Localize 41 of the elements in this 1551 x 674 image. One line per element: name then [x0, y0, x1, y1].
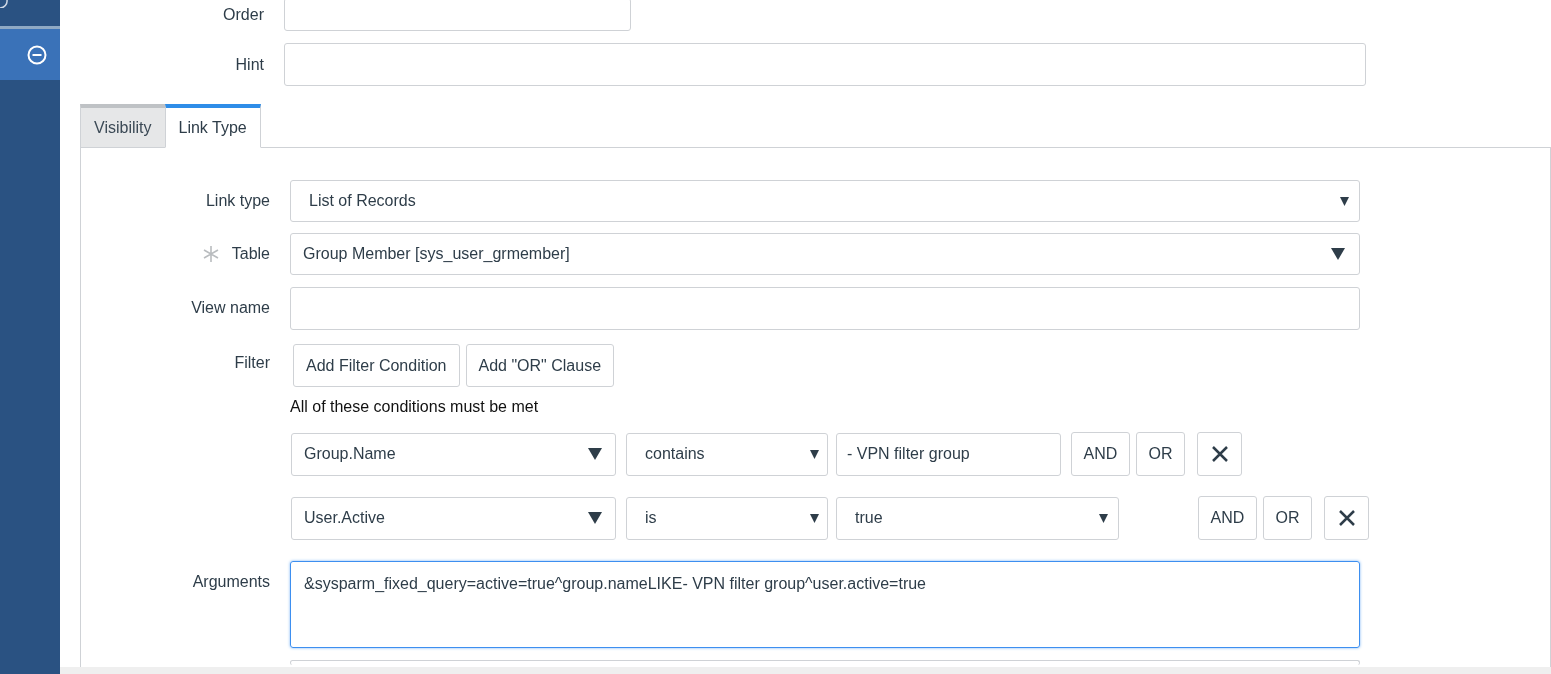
field-label: Link type [205, 191, 270, 211]
tab[interactable]: Link Type [164, 104, 261, 148]
dropdown[interactable]: Group.Name [291, 432, 616, 476]
caret-icon [588, 448, 602, 460]
dropdown[interactable]: Group Member [sys_user_grmember] [290, 233, 1360, 275]
filter-button[interactable]: Add "OR" Clause [465, 344, 615, 387]
field-label: Order [222, 5, 265, 25]
text-field[interactable]: - VPN filter group [836, 432, 1061, 476]
remove-condition-button[interactable] [1324, 496, 1369, 540]
caret-icon [1099, 513, 1108, 523]
text-field[interactable] [290, 287, 1360, 330]
sidebar-item[interactable] [0, 26, 60, 80]
and-button[interactable]: AND [1198, 496, 1257, 540]
minus-circle-icon [27, 44, 47, 65]
close-icon [1337, 509, 1356, 527]
caret-icon [1331, 248, 1345, 260]
dropdown[interactable]: true [836, 496, 1119, 540]
field-label: View name [191, 298, 270, 318]
caret-icon [810, 513, 819, 523]
dropdown[interactable]: List of Records [290, 180, 1360, 222]
field-label: Arguments [192, 572, 270, 592]
tab[interactable]: Visibility [80, 104, 166, 148]
field-label: Filter [234, 353, 270, 373]
dropdown[interactable]: contains [626, 432, 828, 476]
text-field[interactable] [284, 0, 631, 31]
or-button[interactable]: OR [1263, 496, 1312, 540]
filter-button[interactable]: Add Filter Condition [293, 344, 460, 387]
field-label: Table [231, 244, 270, 264]
or-button[interactable]: OR [1136, 432, 1185, 476]
remove-condition-button[interactable] [1197, 432, 1242, 476]
close-icon [1210, 445, 1229, 463]
conditions-note: All of these conditions must be met [290, 397, 540, 417]
field-label: Hint [234, 54, 265, 75]
dropdown[interactable]: User.Active [291, 496, 616, 540]
text-field[interactable] [284, 43, 1366, 86]
and-button[interactable]: AND [1071, 432, 1130, 476]
arguments-field[interactable]: &sysparm_fixed_query=active=true^group.nameLIKE- VPN filter group^user.active=true [290, 561, 1360, 648]
caret-icon [588, 512, 602, 524]
caret-icon [810, 449, 819, 459]
dropdown[interactable]: is [626, 496, 828, 540]
caret-icon [1340, 196, 1349, 206]
